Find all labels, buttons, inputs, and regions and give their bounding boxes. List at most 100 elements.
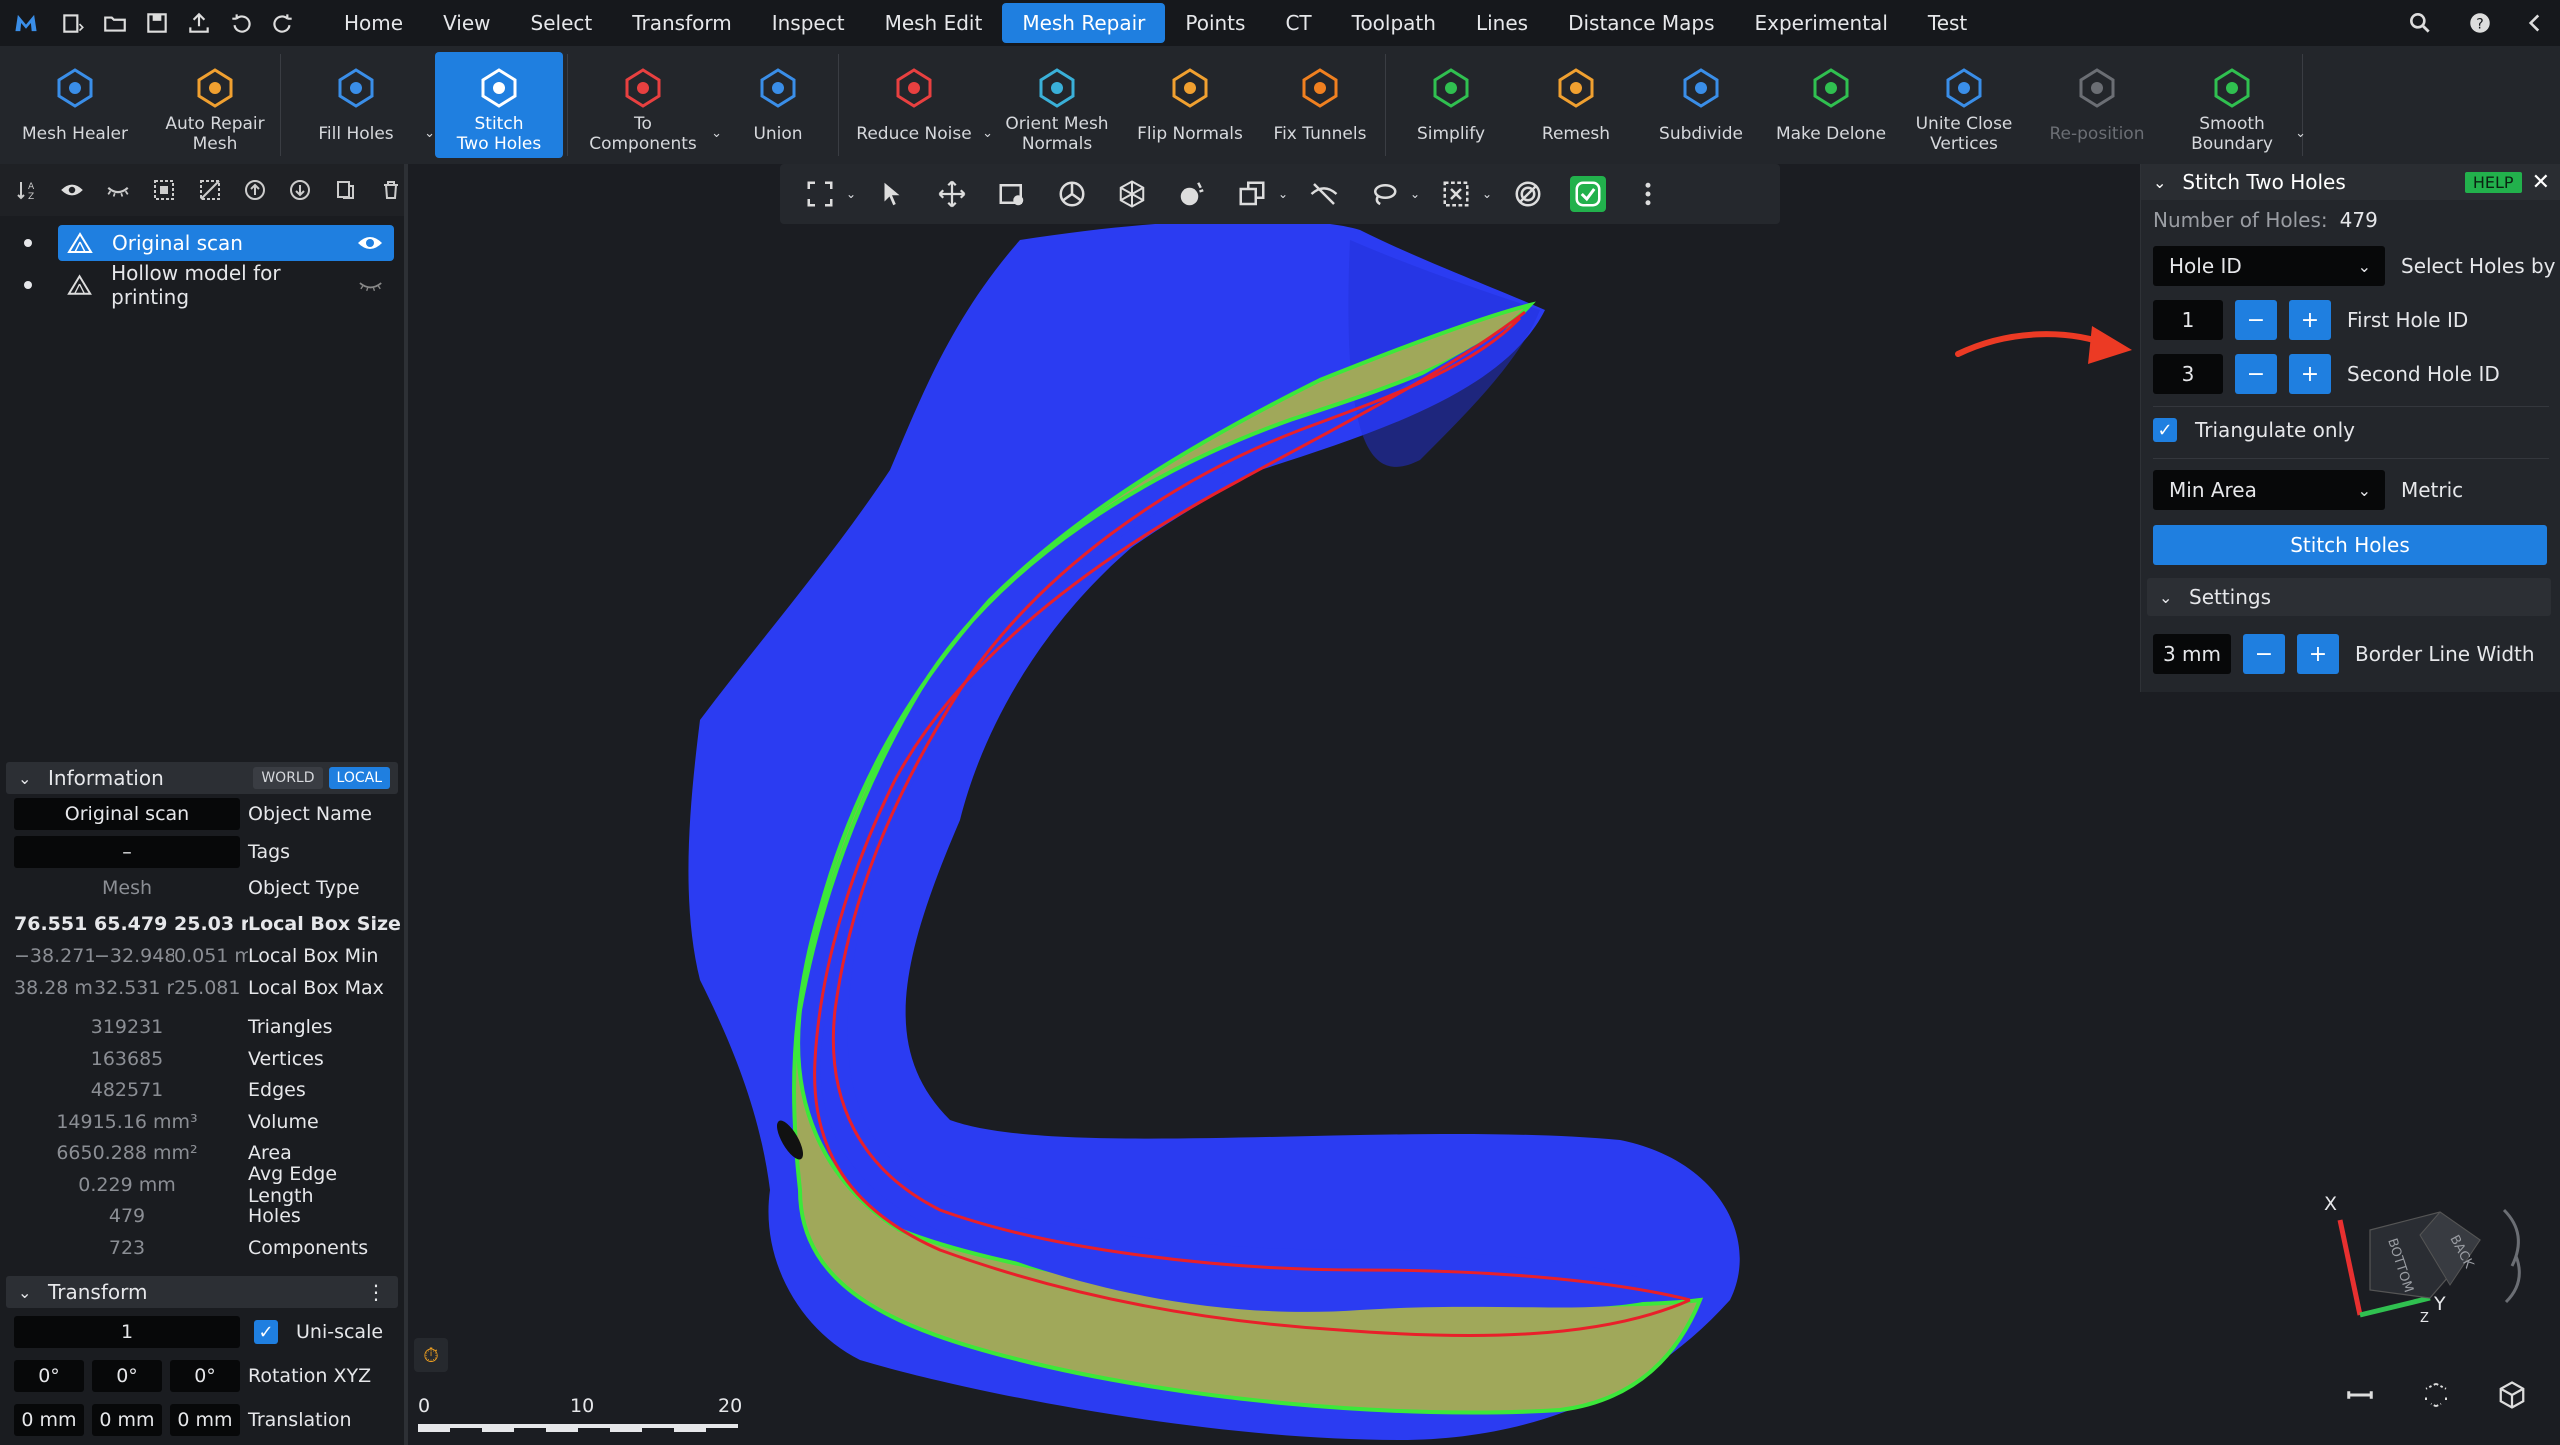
ribbon-tool-auto-repair[interactable]: Auto Repair Mesh (150, 46, 280, 164)
orientation-triad[interactable]: BOTTOM BACK X Y Z (2310, 1180, 2540, 1340)
duplicate-icon[interactable] (333, 177, 358, 203)
tab-toolpath[interactable]: Toolpath (1332, 3, 1456, 43)
paint-select-icon[interactable] (994, 176, 1030, 212)
tab-view[interactable]: View (423, 3, 510, 43)
hide-faces-icon[interactable] (1306, 176, 1342, 212)
panel-header[interactable]: ⌄ Stitch Two Holes HELP ✕ (2141, 164, 2560, 200)
ribbon-tool-flip-normals[interactable]: Flip Normals (1125, 46, 1255, 164)
ribbon-tool-fix-tunnels[interactable]: Fix Tunnels (1255, 46, 1385, 164)
first-hole-decrement-button[interactable]: − (2235, 300, 2277, 340)
transform-header[interactable]: ⌄ Transform ⋮ (6, 1276, 398, 1308)
tags-field[interactable]: – (14, 836, 240, 868)
scale-input[interactable]: 1 (14, 1316, 240, 1348)
tab-home[interactable]: Home (324, 3, 423, 43)
translation-x-input[interactable]: 0 mm (14, 1404, 84, 1436)
tab-select[interactable]: Select (511, 3, 613, 43)
orbit-icon[interactable] (1054, 176, 1090, 212)
select-all-icon[interactable] (151, 177, 176, 203)
tab-distance-maps[interactable]: Distance Maps (1548, 3, 1734, 43)
second-hole-decrement-button[interactable]: − (2235, 354, 2277, 394)
rotation-y-input[interactable]: 0° (92, 1360, 162, 1392)
rotation-x-input[interactable]: 0° (14, 1360, 84, 1392)
move-down-icon[interactable] (288, 177, 313, 203)
information-header[interactable]: ⌄ Information WORLD LOCAL (6, 762, 398, 794)
tab-mesh-repair[interactable]: Mesh Repair (1002, 3, 1166, 43)
ribbon-tool-simplify[interactable]: Simplify (1386, 46, 1516, 164)
deselect-icon[interactable] (197, 177, 222, 203)
box-select-icon[interactable]: ⌄ (1438, 176, 1492, 212)
app-logo-icon[interactable] (0, 0, 52, 46)
save-icon[interactable] (136, 0, 178, 46)
ribbon-tool-fill-holes[interactable]: Fill Holes ⌄ (281, 46, 435, 164)
redo-icon[interactable] (262, 0, 304, 46)
cube-view-icon[interactable] (2494, 1377, 2530, 1413)
stitch-holes-button[interactable]: Stitch Holes (2153, 525, 2547, 565)
export-icon[interactable] (178, 0, 220, 46)
ribbon-tool-union[interactable]: Union (718, 46, 838, 164)
undo-icon[interactable] (220, 0, 262, 46)
object-hollow-model[interactable]: Hollow model for printing (58, 261, 394, 309)
ribbon-tool-stitch-holes[interactable]: Stitch Two Holes (435, 52, 563, 158)
ribbon-tool-subdivide[interactable]: Subdivide (1636, 46, 1766, 164)
delete-trash-icon[interactable] (379, 177, 404, 203)
ribbon-tool-reposition[interactable]: Re-position (2032, 46, 2162, 164)
visibility-eye-icon[interactable] (356, 233, 384, 253)
ribbon-tool-mesh-healer[interactable]: Mesh Healer (0, 46, 150, 164)
help-icon[interactable]: ? (2450, 0, 2510, 46)
border-width-increment-button[interactable]: + (2297, 634, 2339, 674)
select-holes-by-dropdown[interactable]: Hole ID ⌄ (2153, 246, 2385, 286)
first-hole-id-input[interactable]: 1 (2153, 300, 2223, 340)
border-width-decrement-button[interactable]: − (2243, 634, 2285, 674)
tab-experimental[interactable]: Experimental (1735, 3, 1908, 43)
scene-object-row[interactable]: Original scan (0, 224, 404, 262)
tab-mesh-edit[interactable]: Mesh Edit (865, 3, 1003, 43)
chevron-down-icon[interactable]: ⌄ (424, 124, 435, 144)
move-up-icon[interactable] (242, 177, 267, 203)
ribbon-tool-orient-normals[interactable]: Orient Mesh Normals (989, 46, 1125, 164)
translation-z-input[interactable]: 0 mm (170, 1404, 240, 1436)
tab-transform[interactable]: Transform (612, 3, 751, 43)
lighting-icon[interactable] (1174, 176, 1210, 212)
open-folder-icon[interactable] (94, 0, 136, 46)
second-hole-id-input[interactable]: 3 (2153, 354, 2223, 394)
collapse-chevron-icon[interactable] (2510, 0, 2560, 46)
ribbon-tool-smooth-boundary[interactable]: Smooth Boundary ⌄ (2162, 46, 2306, 164)
ribbon-tool-make-delone[interactable]: Make Delone (1766, 46, 1896, 164)
ribbon-tool-to-components[interactable]: To Components ⌄ (568, 46, 722, 164)
view-mode-icon[interactable]: ⌄ (1234, 176, 1288, 212)
ribbon-tool-unite-vertices[interactable]: Unite Close Vertices (1896, 46, 2032, 164)
mesh-gizmo-icon[interactable] (1114, 176, 1150, 212)
second-hole-increment-button[interactable]: + (2289, 354, 2331, 394)
fit-view-icon[interactable]: ⌄ (802, 176, 856, 212)
confirm-check-icon[interactable] (1570, 176, 1606, 212)
lasso-icon[interactable]: ⌄ (1366, 176, 1420, 212)
select-cursor-icon[interactable] (874, 176, 910, 212)
tab-lines[interactable]: Lines (1456, 3, 1548, 43)
search-icon[interactable] (2390, 0, 2450, 46)
close-icon[interactable]: ✕ (2532, 170, 2550, 195)
settings-header[interactable]: ⌄ Settings (2147, 578, 2551, 616)
no-clip-icon[interactable] (1510, 176, 1546, 212)
tab-inspect[interactable]: Inspect (752, 3, 865, 43)
help-button[interactable]: HELP (2464, 171, 2522, 193)
show-all-eye-icon[interactable] (59, 177, 85, 203)
more-options-icon[interactable] (1630, 176, 1666, 212)
rotation-z-input[interactable]: 0° (170, 1360, 240, 1392)
local-toggle[interactable]: LOCAL (328, 767, 390, 789)
world-toggle[interactable]: WORLD (253, 767, 323, 789)
measure-ruler-icon[interactable] (2342, 1377, 2378, 1413)
triangulate-only-checkbox[interactable]: ✓ (2153, 418, 2177, 442)
tab-ct[interactable]: CT (1265, 3, 1331, 43)
tab-test[interactable]: Test (1908, 3, 1987, 43)
ribbon-tool-remesh[interactable]: Remesh (1516, 46, 1636, 164)
metric-dropdown[interactable]: Min Area ⌄ (2153, 470, 2385, 510)
hide-all-icon[interactable] (105, 177, 131, 203)
first-hole-increment-button[interactable]: + (2289, 300, 2331, 340)
chevron-down-icon[interactable]: ⌄ (2295, 124, 2306, 144)
hidden-eye-icon[interactable] (357, 275, 384, 295)
translation-y-input[interactable]: 0 mm (92, 1404, 162, 1436)
sort-icon[interactable]: AZ (14, 177, 39, 203)
ribbon-tool-reduce-noise[interactable]: Reduce Noise ⌄ (839, 46, 993, 164)
object-name-field[interactable]: Original scan (14, 798, 240, 830)
uniscale-checkbox[interactable]: ✓ (254, 1320, 278, 1344)
